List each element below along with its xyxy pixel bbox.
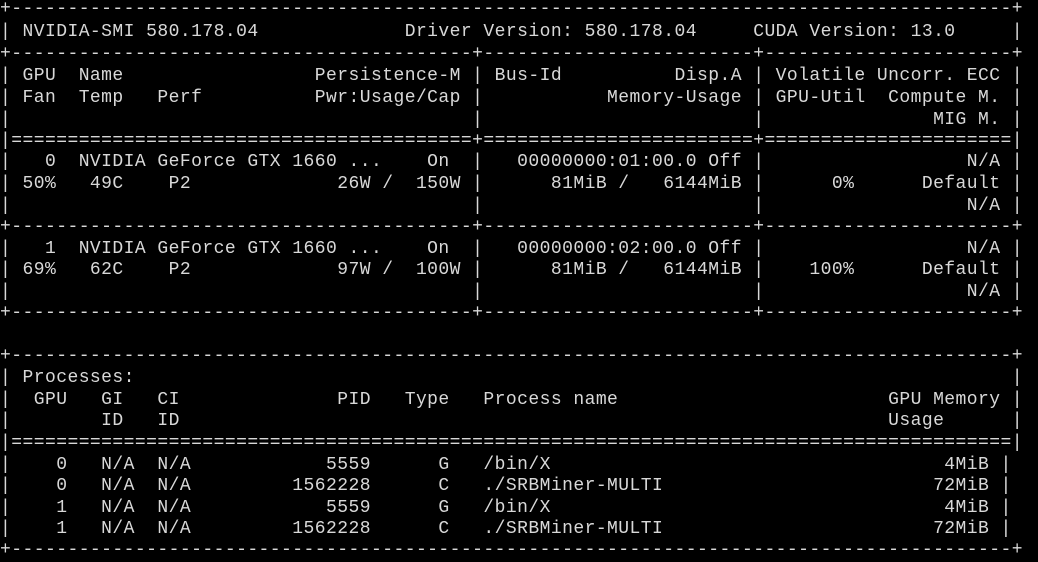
processes-border-bottom: +---------------------------------------… xyxy=(0,540,1023,560)
summary-border-top: +---------------------------------------… xyxy=(0,0,1023,19)
processes-header-row-1: | GPU GI CI PID Type Process name GPU Me… xyxy=(0,390,1023,410)
smi-header-line: | NVIDIA-SMI 580.178.04 Driver Version: … xyxy=(0,22,1023,42)
gpu-0-row-2: | 50% 49C P2 26W / 150W | 81MiB / 6144Mi… xyxy=(0,174,1023,194)
gpu-1-row-2: | 69% 62C P2 97W / 100W | 81MiB / 6144Mi… xyxy=(0,260,1023,280)
column-header-separator: |=======================================… xyxy=(0,131,1023,151)
process-row: | 1 N/A N/A 1562228 C ./SRBMiner-MULTI 7… xyxy=(0,519,1012,539)
gpu-divider: +---------------------------------------… xyxy=(0,217,1023,237)
process-row: | 1 N/A N/A 5559 G /bin/X 4MiB | xyxy=(0,498,1012,518)
processes-border-top: +---------------------------------------… xyxy=(0,346,1023,366)
processes-header-row-2: | ID ID Usage | xyxy=(0,411,1023,431)
processes-title: | Processes: | xyxy=(0,368,1023,388)
gpu-0-row-3: | | | N/A | xyxy=(0,196,1023,216)
process-row: | 0 N/A N/A 1562228 C ./SRBMiner-MULTI 7… xyxy=(0,476,1012,496)
column-header-row-1: | GPU Name Persistence-M | Bus-Id Disp.A… xyxy=(0,66,1023,86)
column-header-row-3: | | | MIG M. | xyxy=(0,110,1023,130)
gpu-1-row-1: | 1 NVIDIA GeForce GTX 1660 ... On | 000… xyxy=(0,239,1023,259)
summary-border-bottom: +---------------------------------------… xyxy=(0,303,1023,323)
process-row: | 0 N/A N/A 5559 G /bin/X 4MiB | xyxy=(0,455,1012,475)
processes-separator: |=======================================… xyxy=(0,433,1023,453)
gpu-0-row-1: | 0 NVIDIA GeForce GTX 1660 ... On | 000… xyxy=(0,152,1023,172)
gpu-1-row-3: | | | N/A | xyxy=(0,282,1023,302)
terminal-window[interactable]: +---------------------------------------… xyxy=(0,0,1038,561)
column-header-row-2: | Fan Temp Perf Pwr:Usage/Cap | Memory-U… xyxy=(0,88,1023,108)
header-divider: +---------------------------------------… xyxy=(0,44,1023,64)
